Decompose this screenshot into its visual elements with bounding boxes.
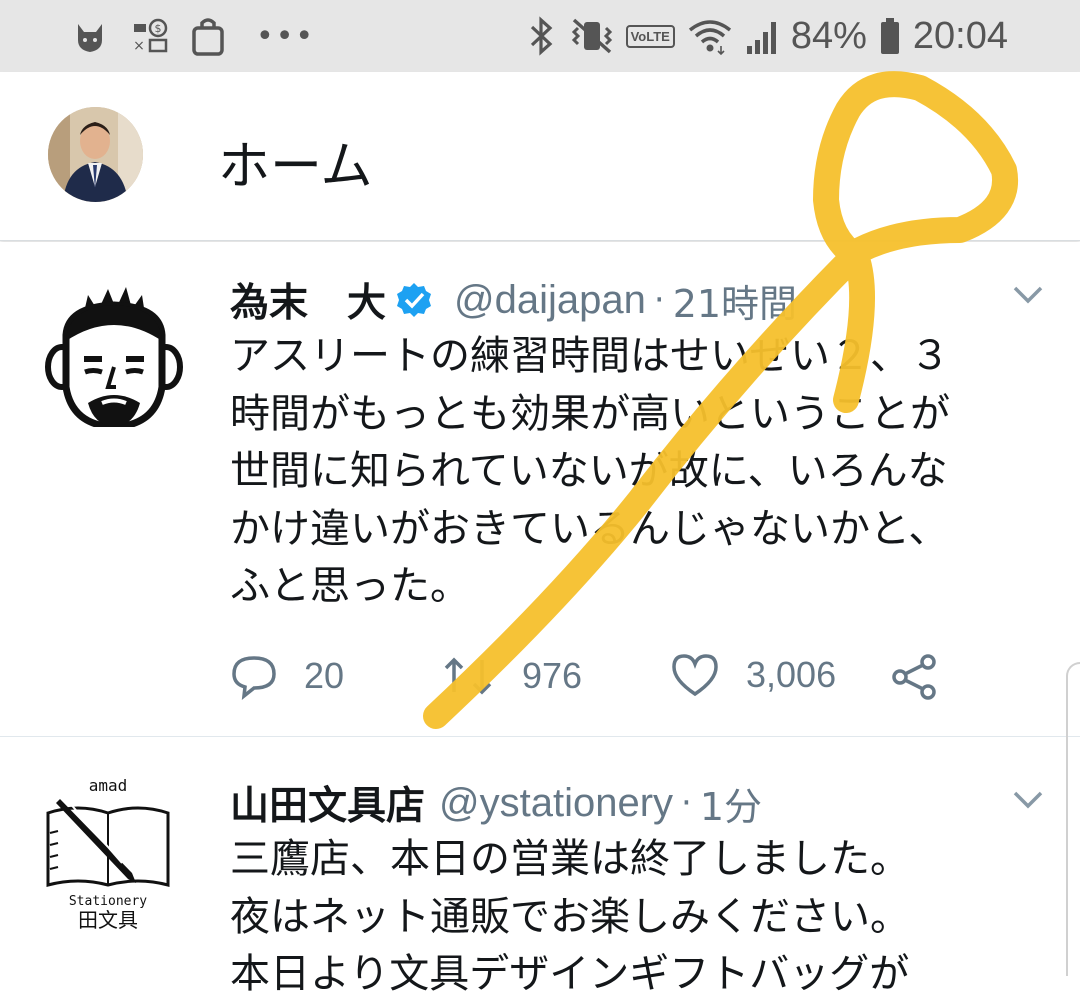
share-button[interactable]: [890, 652, 940, 702]
tweet[interactable]: 為末 大 @daijapan · 21時間 アスリートの練習時間はせいぜい２、３…: [0, 242, 1080, 737]
tweet-author-handle[interactable]: @daijapan: [454, 278, 646, 323]
chevron-down-icon[interactable]: [1012, 284, 1044, 306]
logo-text-middle: Stationery: [69, 894, 147, 909]
tweet-actions: 20 976 3,006: [230, 652, 990, 708]
chevron-down-icon[interactable]: [1012, 789, 1044, 811]
svg-text:×: ×: [133, 38, 145, 54]
wifi-icon: [688, 20, 731, 56]
clock: 20:04: [912, 14, 1008, 57]
face-illustration-icon: [45, 287, 183, 431]
tweet[interactable]: amad Stationery 田文具 山田文具店 @ystationery ·…: [0, 737, 1080, 997]
retweet-icon: [444, 657, 492, 695]
more-dots-icon: •••: [256, 18, 316, 54]
tweet-avatar[interactable]: [38, 275, 190, 431]
like-button[interactable]: 3,006: [670, 652, 836, 698]
retweet-button[interactable]: 976: [440, 652, 582, 700]
separator-dot: ·: [681, 783, 692, 823]
status-bar: $ × ••• VoLTE 84% 20:04: [0, 0, 1080, 72]
bluetooth-icon: [530, 16, 552, 56]
fox-notification-icon: [78, 24, 102, 52]
tweet-timestamp[interactable]: 1分: [700, 776, 762, 831]
tweet-avatar[interactable]: amad Stationery 田文具: [38, 773, 178, 933]
reply-count: 20: [304, 655, 345, 696]
stationery-logo-icon: amad Stationery 田文具: [46, 776, 170, 932]
vibrate-mute-icon: [571, 18, 612, 54]
tweet-author-name[interactable]: 為末 大: [230, 272, 386, 328]
page-title: ホーム: [218, 137, 373, 197]
scroll-indicator: [1066, 662, 1080, 976]
reply-button[interactable]: 20: [230, 652, 344, 700]
tweet-header: 山田文具店 @ystationery · 1分: [230, 775, 762, 831]
system-icons: VoLTE 84% 20:04: [526, 10, 1008, 62]
tweet-header: 為末 大 @daijapan · 21時間: [230, 272, 797, 328]
verified-badge-icon: [397, 283, 432, 317]
logo-text-bottom: 田文具: [78, 908, 138, 932]
tweet-timestamp[interactable]: 21時間: [673, 273, 797, 328]
payment-notification-icon: $ ×: [133, 18, 168, 54]
notification-icons: $ × •••: [70, 14, 315, 58]
signal-icon: [746, 22, 776, 54]
separator-dot: ·: [653, 280, 665, 320]
share-icon: [892, 654, 936, 700]
reply-icon: [232, 656, 276, 700]
battery-percent: 84%: [790, 14, 867, 57]
profile-photo: [48, 107, 143, 202]
volte-icon: VoLTE: [625, 24, 675, 48]
retweet-count: 976: [522, 655, 583, 696]
profile-avatar[interactable]: [48, 107, 143, 202]
top-app-bar: ホーム: [0, 72, 1080, 241]
tweet-author-handle[interactable]: @ystationery: [439, 781, 673, 826]
battery-icon: [880, 18, 899, 54]
tweet-text: 三鷹店、本日の営業は終了しました。 夜はネット通販でお楽しみください。 本日より…: [230, 836, 910, 997]
tweet-author-name[interactable]: 山田文具店: [230, 775, 425, 831]
like-count: 3,006: [746, 654, 837, 695]
svg-text:$: $: [155, 22, 162, 35]
heart-icon: [672, 654, 718, 697]
tweet-text: アスリートの練習時間はせいぜい２、３ 時間がもっとも効果が高いということが 世間…: [230, 333, 950, 609]
logo-text-top: amad: [89, 776, 128, 795]
shopping-bag-icon: [192, 18, 224, 56]
